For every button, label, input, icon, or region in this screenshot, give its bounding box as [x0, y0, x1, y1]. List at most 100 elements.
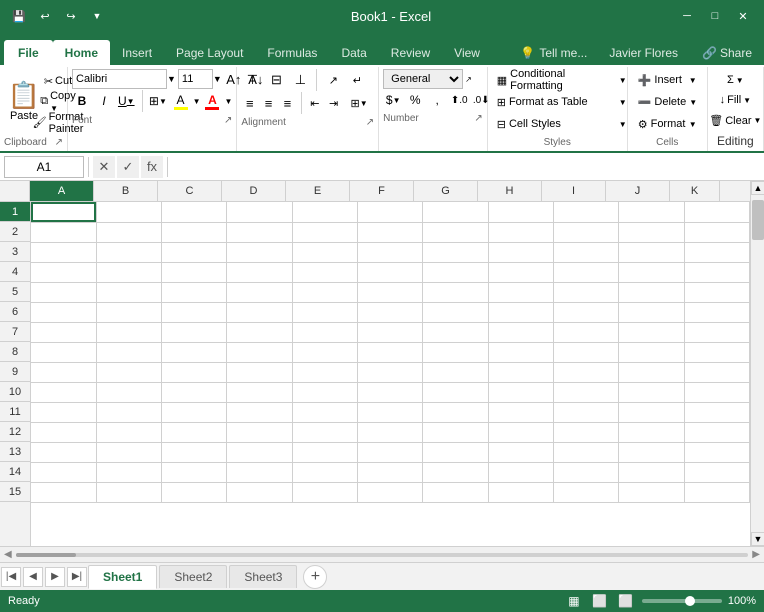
- tab-home[interactable]: Home: [53, 40, 110, 65]
- insert-btn[interactable]: ➕ Insert ▼: [632, 69, 703, 91]
- scroll-right-btn[interactable]: ▶: [752, 549, 760, 560]
- cell-C13[interactable]: [162, 442, 227, 462]
- cell-B11[interactable]: [96, 402, 161, 422]
- left-align-btn[interactable]: ≡: [241, 93, 258, 113]
- cell-J12[interactable]: [619, 422, 684, 442]
- cell-G3[interactable]: [423, 242, 488, 262]
- cell-H3[interactable]: [488, 242, 553, 262]
- cell-J3[interactable]: [619, 242, 684, 262]
- cell-A13[interactable]: [31, 442, 96, 462]
- cell-A11[interactable]: [31, 402, 96, 422]
- page-break-view-btn[interactable]: ⬜: [616, 592, 636, 610]
- cell-E4[interactable]: [292, 262, 357, 282]
- cell-B1[interactable]: [96, 202, 161, 222]
- cancel-formula-btn[interactable]: ✕: [93, 156, 115, 178]
- borders-button[interactable]: ⊞ ▼: [147, 91, 168, 111]
- cell-J8[interactable]: [619, 342, 684, 362]
- cell-I11[interactable]: [554, 402, 619, 422]
- cell-H5[interactable]: [488, 282, 553, 302]
- cell-C12[interactable]: [162, 422, 227, 442]
- share-btn[interactable]: 🔗 Share: [690, 40, 764, 65]
- bottom-align-btn[interactable]: ⊥: [289, 70, 311, 90]
- cell-B10[interactable]: [96, 382, 161, 402]
- sheet-tab-1[interactable]: Sheet1: [88, 565, 157, 589]
- cell-F6[interactable]: [358, 302, 423, 322]
- scroll-thumb[interactable]: [752, 200, 764, 240]
- cell-F4[interactable]: [358, 262, 423, 282]
- cell-J9[interactable]: [619, 362, 684, 382]
- cell-I9[interactable]: [554, 362, 619, 382]
- cell-I12[interactable]: [554, 422, 619, 442]
- cell-H1[interactable]: [488, 202, 553, 222]
- cell-C14[interactable]: [162, 462, 227, 482]
- cell-F3[interactable]: [358, 242, 423, 262]
- cell-H15[interactable]: [488, 482, 553, 502]
- row-num-10[interactable]: 10: [0, 382, 30, 402]
- cell-F2[interactable]: [358, 222, 423, 242]
- clear-btn[interactable]: 🗑Clear▼: [705, 112, 764, 129]
- cell-I4[interactable]: [554, 262, 619, 282]
- cell-K6[interactable]: [684, 302, 749, 322]
- name-box[interactable]: [4, 156, 84, 178]
- scroll-up-btn[interactable]: ▲: [751, 181, 764, 195]
- cell-J7[interactable]: [619, 322, 684, 342]
- cell-E8[interactable]: [292, 342, 357, 362]
- percent-btn[interactable]: %: [405, 90, 425, 110]
- cell-C3[interactable]: [162, 242, 227, 262]
- cell-F7[interactable]: [358, 322, 423, 342]
- merge-center-btn[interactable]: ⊞ ▼: [344, 93, 374, 113]
- cell-C5[interactable]: [162, 282, 227, 302]
- font-name-input[interactable]: [72, 69, 167, 89]
- cell-C11[interactable]: [162, 402, 227, 422]
- cell-C1[interactable]: [162, 202, 227, 222]
- horizontal-scroll-area[interactable]: ◀ ▶: [0, 546, 764, 562]
- cell-A14[interactable]: [31, 462, 96, 482]
- cell-B4[interactable]: [96, 262, 161, 282]
- user-name[interactable]: Javier Flores: [597, 40, 690, 65]
- cell-K3[interactable]: [684, 242, 749, 262]
- cell-D3[interactable]: [227, 242, 292, 262]
- cell-G4[interactable]: [423, 262, 488, 282]
- minimize-btn[interactable]: ─: [674, 6, 700, 26]
- font-color-dropdown-icon[interactable]: ▼: [224, 97, 232, 106]
- cell-J2[interactable]: [619, 222, 684, 242]
- cell-K5[interactable]: [684, 282, 749, 302]
- font-name-dropdown-icon[interactable]: ▼: [167, 74, 176, 84]
- row-num-14[interactable]: 14: [0, 462, 30, 482]
- cell-J10[interactable]: [619, 382, 684, 402]
- dec-increase-btn[interactable]: ⬆.0: [449, 90, 469, 110]
- right-align-btn[interactable]: ≡: [279, 93, 296, 113]
- scroll-left-btn[interactable]: ◀: [4, 549, 12, 560]
- cell-F1[interactable]: [358, 202, 423, 222]
- alignment-expand-icon[interactable]: ↗: [366, 117, 374, 128]
- h-scroll-track[interactable]: [16, 553, 749, 557]
- fill-color-button[interactable]: A: [171, 91, 191, 111]
- cell-H9[interactable]: [488, 362, 553, 382]
- cell-K15[interactable]: [684, 482, 749, 502]
- cell-K1[interactable]: [684, 202, 749, 222]
- cell-I3[interactable]: [554, 242, 619, 262]
- col-header-H[interactable]: H: [478, 181, 542, 201]
- col-header-D[interactable]: D: [222, 181, 286, 201]
- cell-F14[interactable]: [358, 462, 423, 482]
- underline-button[interactable]: U ▼: [116, 91, 137, 111]
- cell-A15[interactable]: [31, 482, 96, 502]
- cell-K11[interactable]: [684, 402, 749, 422]
- cell-I1[interactable]: [554, 202, 619, 222]
- col-header-E[interactable]: E: [286, 181, 350, 201]
- cell-E7[interactable]: [292, 322, 357, 342]
- cell-B9[interactable]: [96, 362, 161, 382]
- cell-C6[interactable]: [162, 302, 227, 322]
- top-align-btn[interactable]: ⊤: [241, 70, 263, 90]
- center-align-btn[interactable]: ≡: [260, 93, 277, 113]
- bold-button[interactable]: B: [72, 91, 92, 111]
- cell-G2[interactable]: [423, 222, 488, 242]
- row-num-12[interactable]: 12: [0, 422, 30, 442]
- cell-E3[interactable]: [292, 242, 357, 262]
- cell-A2[interactable]: [31, 222, 96, 242]
- cell-E10[interactable]: [292, 382, 357, 402]
- cell-G10[interactable]: [423, 382, 488, 402]
- format-btn[interactable]: ⚙ Format ▼: [632, 113, 703, 135]
- italic-button[interactable]: I: [94, 91, 114, 111]
- cell-E14[interactable]: [292, 462, 357, 482]
